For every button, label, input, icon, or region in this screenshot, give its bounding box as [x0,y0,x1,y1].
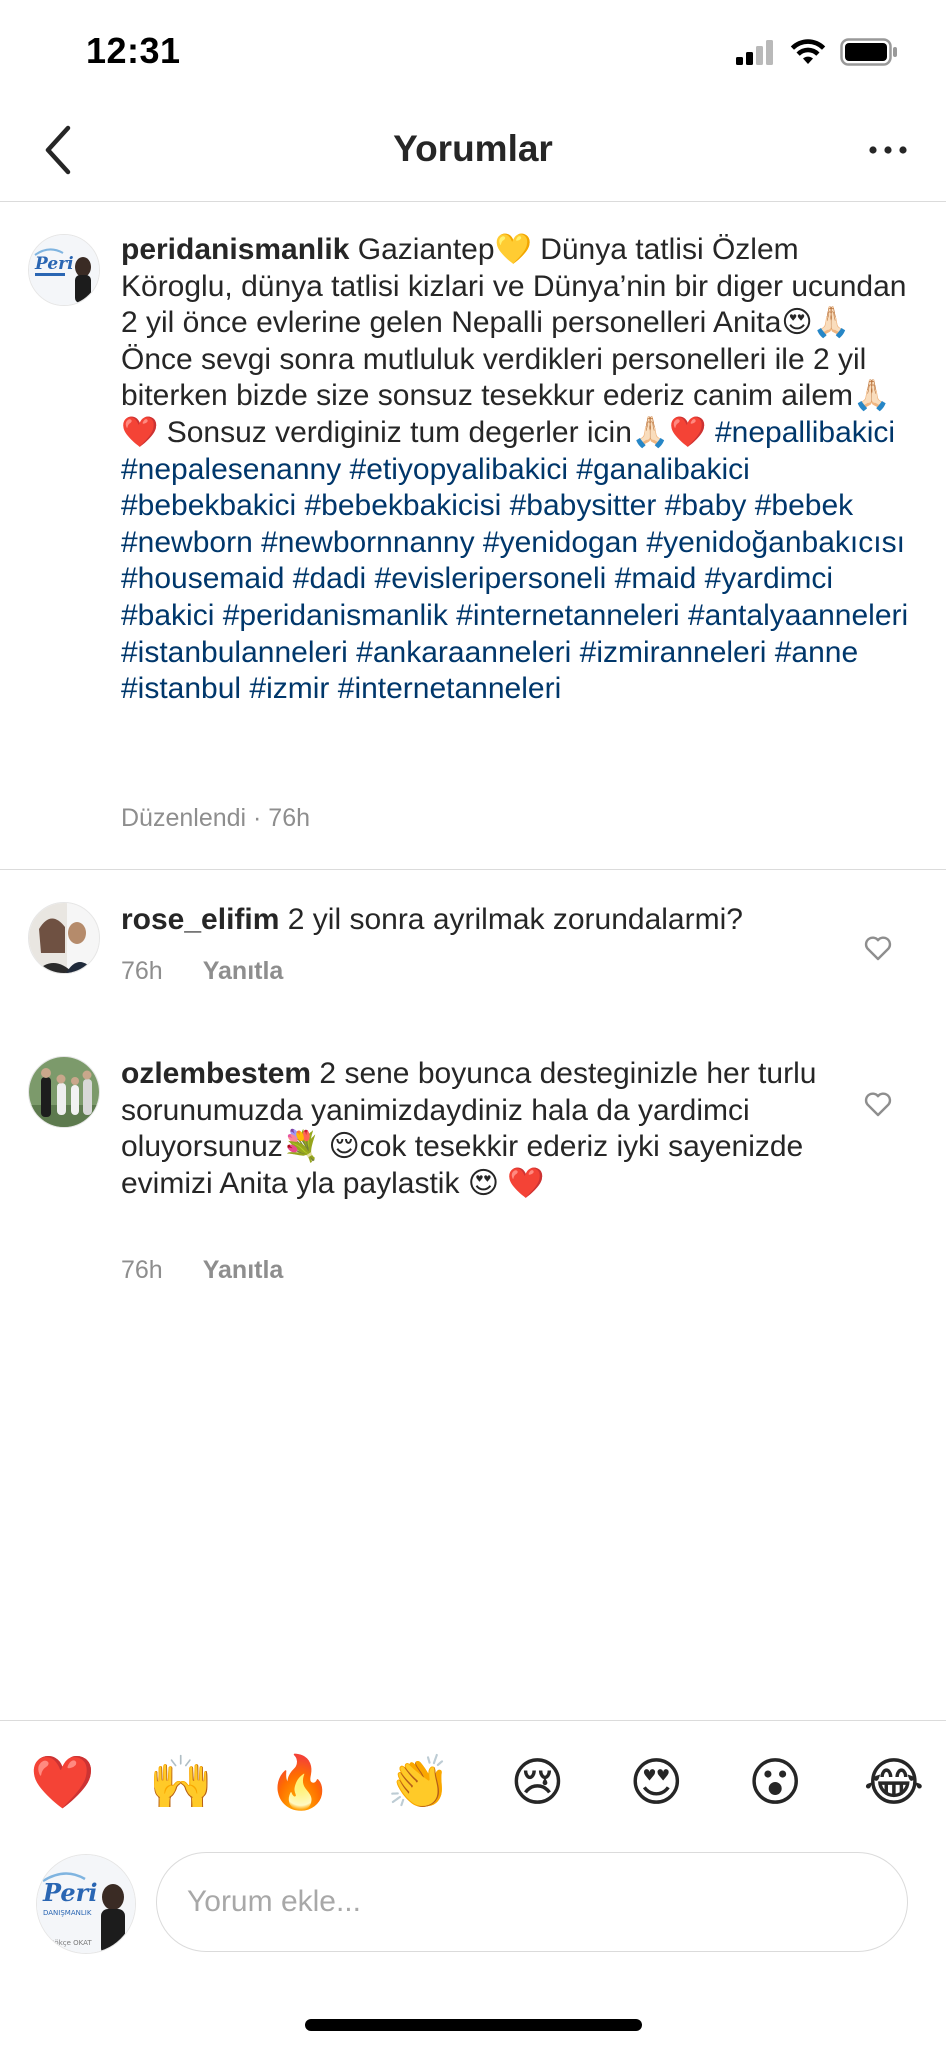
emoji-crying-button[interactable]: 😢 [505,1753,569,1813]
ozlembestem-avatar [29,1057,99,1127]
home-indicator [305,2019,642,2031]
emoji-laughing-button[interactable]: 😂 [862,1753,926,1813]
reply-button[interactable]: Yanıtla [203,1256,284,1285]
avatar[interactable] [28,902,100,974]
caption-meta: Düzenlendi · 76h [121,804,311,832]
comment-input[interactable] [156,1852,908,1952]
heart-outline-icon [864,1092,892,1117]
comment-item: ozlembestem 2 sene boyunca desteginizle … [0,1056,946,1296]
heart-outline-icon [864,936,892,961]
peri-logo-avatar: Peri [29,235,99,305]
emoji-fire-button[interactable]: 🔥 [268,1753,333,1813]
peri-logo-avatar: Peri DANIŞMANLIK Gökçe OKAT [37,1855,135,1953]
comment-composer: Peri DANIŞMANLIK Gökçe OKAT [0,1844,946,1964]
comment-body: 2 yil sonra ayrilmak zorundalarmi? [287,903,743,936]
post-caption: Peri peridanismanlik Gaziantep💛 Dünya ta… [0,202,946,870]
battery-icon [840,38,897,66]
comment-username[interactable]: ozlembestem [121,1057,311,1090]
status-bar: 12:31 [0,0,946,100]
current-user-avatar: Peri DANIŞMANLIK Gökçe OKAT [36,1854,136,1954]
svg-text:Peri: Peri [42,1878,97,1907]
comment-text: rose_elifim 2 yil sonra ayrilmak zorunda… [121,902,841,939]
comment-meta: 76h Yanıtla [121,957,283,986]
svg-text:DANIŞMANLIK: DANIŞMANLIK [43,1909,92,1917]
emoji-surprised-button[interactable]: 😮 [743,1753,807,1813]
avatar[interactable]: Peri [28,234,100,306]
emoji-reaction-bar: ❤️ 🙌 🔥 👏 😢 😍 😮 😂 [0,1720,946,1844]
status-time: 12:31 [86,30,181,71]
rose-elifim-avatar [29,903,99,973]
avatar[interactable] [28,1056,100,1128]
emoji-heart-button[interactable]: ❤️ [30,1753,95,1813]
emoji-raising-hands-button[interactable]: 🙌 [149,1753,214,1813]
emoji-heart-eyes-button[interactable]: 😍 [624,1753,688,1813]
caption-username[interactable]: peridanismanlik [121,233,349,266]
comment-time: 76h [121,957,163,985]
reply-button[interactable]: Yanıtla [203,957,284,986]
wifi-icon [790,39,826,64]
status-icons [736,34,898,70]
caption-text: peridanismanlik Gaziantep💛 Dünya tatlisi… [121,232,911,708]
signal-icon [736,40,773,65]
svg-text:Peri: Peri [34,254,74,274]
more-options-button[interactable] [858,122,918,178]
more-horizontal-icon [869,146,907,154]
like-button[interactable] [858,928,898,968]
page-title: Yorumlar [393,128,553,169]
comment-username[interactable]: rose_elifim [121,903,279,936]
comment-time: 76h [121,1256,163,1284]
emoji-clapping-button[interactable]: 👏 [387,1753,452,1813]
comment-text: ozlembestem 2 sene boyunca desteginizle … [121,1056,841,1202]
comment-meta: 76h Yanıtla [121,1256,283,1285]
like-button[interactable] [858,1084,898,1124]
caption-hashtags[interactable]: #nepallibakici #nepalesenanny #etiyopyal… [121,416,908,705]
svg-text:Gökçe OKAT: Gökçe OKAT [49,1939,92,1947]
header: Yorumlar [0,100,946,202]
comment-item: rose_elifim 2 yil sonra ayrilmak zorunda… [0,902,946,1002]
